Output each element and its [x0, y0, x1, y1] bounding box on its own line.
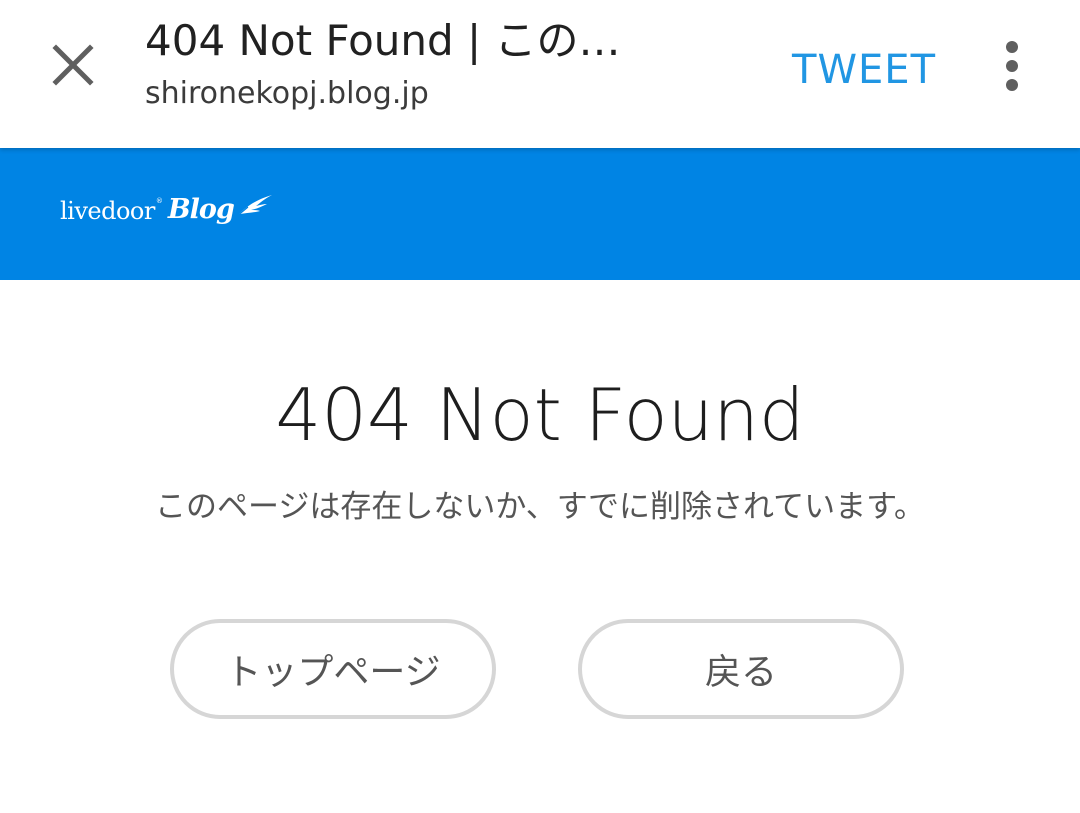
- logo-registered-mark: ®: [155, 197, 163, 205]
- error-message: このページは存在しないか、すでに削除されています。: [154, 489, 926, 525]
- logo-livedoor-text: livedoor: [60, 197, 155, 225]
- error-title: 404 Not Found: [275, 373, 805, 457]
- livedoor-blog-logo[interactable]: livedoor ® Blog: [60, 193, 274, 225]
- close-icon: [52, 44, 94, 86]
- tweet-button[interactable]: TWEET: [792, 40, 936, 100]
- back-button[interactable]: 戻る: [578, 619, 904, 719]
- custom-tab-toolbar: 404 Not Found | この… shironekopj.blog.jp …: [0, 0, 1080, 148]
- top-page-button[interactable]: トップページ: [170, 619, 496, 719]
- quill-icon: [235, 195, 272, 218]
- logo-blog-text: Blog: [167, 194, 235, 225]
- more-options-button[interactable]: [986, 36, 1038, 96]
- more-vert-icon: [1006, 41, 1018, 91]
- toolbar-title-block: 404 Not Found | この… shironekopj.blog.jp: [145, 14, 705, 116]
- close-button[interactable]: [44, 36, 102, 94]
- page-url: shironekopj.blog.jp: [145, 76, 429, 111]
- page-title: 404 Not Found | この…: [145, 16, 621, 65]
